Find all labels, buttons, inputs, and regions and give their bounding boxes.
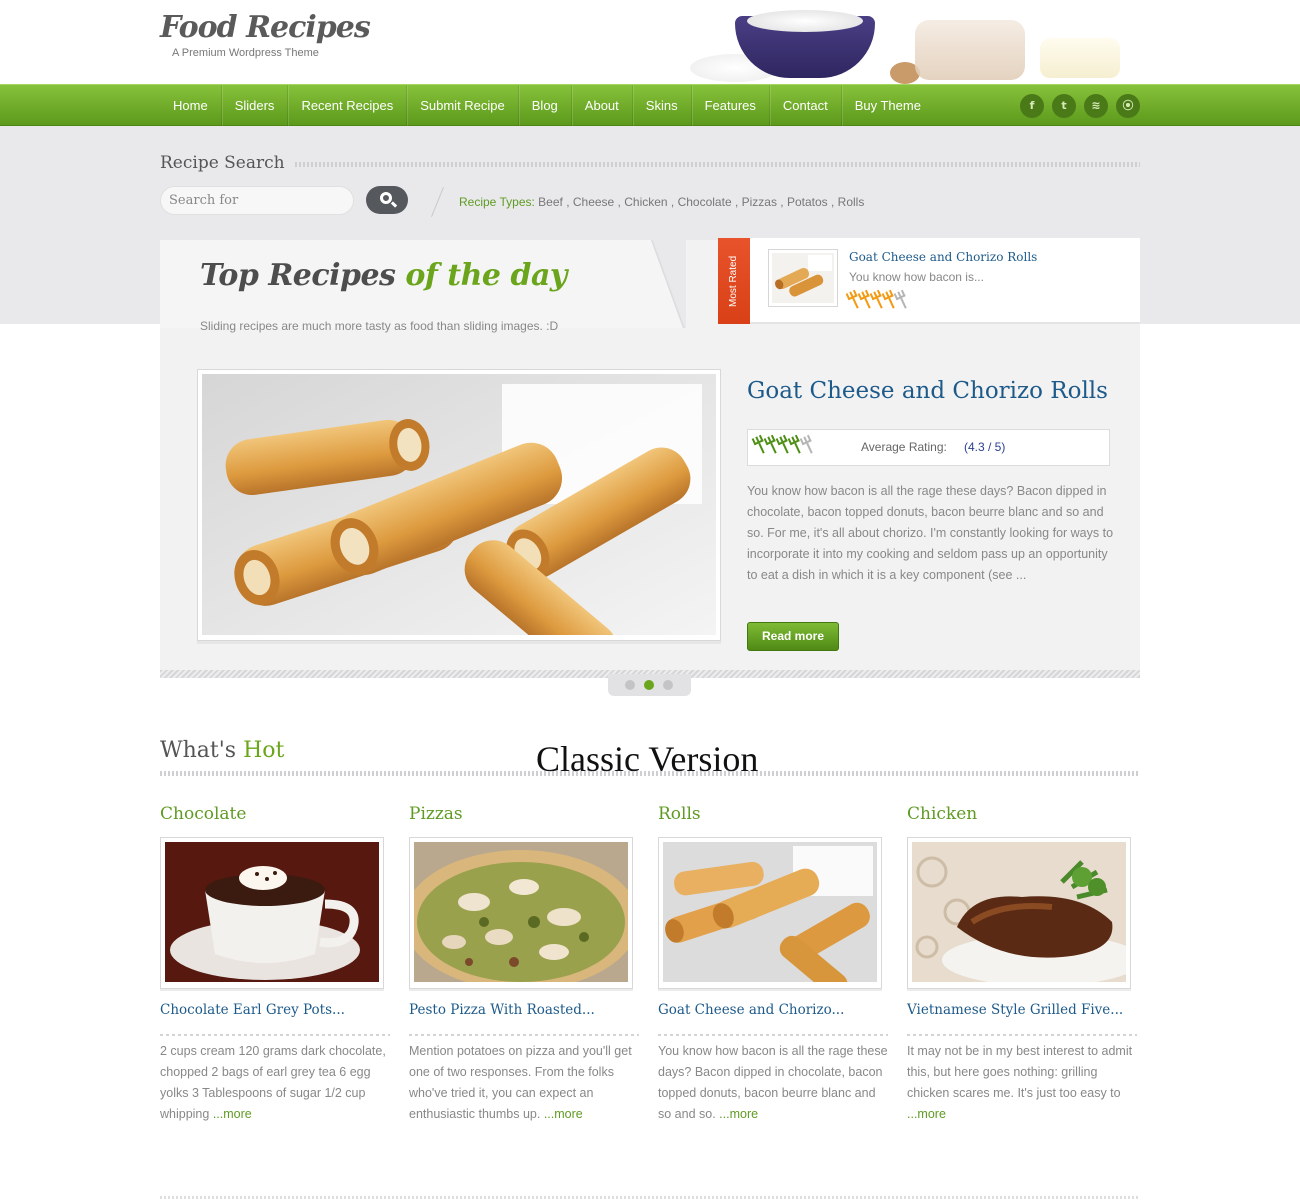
most-rated-fork-rating <box>845 289 907 309</box>
recipe-search-heading: Recipe Search <box>160 153 285 173</box>
more-link-pizzas[interactable]: ...more <box>544 1107 583 1121</box>
search-input[interactable]: Search for <box>160 186 354 215</box>
card-title-chocolate[interactable]: Chocolate Earl Grey Pots... <box>160 1002 345 1018</box>
site-logo[interactable]: Food Recipes A Premium Wordpress Theme <box>160 10 371 59</box>
most-rated-thumbnail[interactable] <box>768 249 838 307</box>
slider-pager <box>608 674 691 696</box>
category-pizzas[interactable]: Pizzas <box>409 804 463 824</box>
nav-item-features[interactable]: Features <box>692 85 770 127</box>
nav-item-skins[interactable]: Skins <box>633 85 692 127</box>
card-title-pizzas[interactable]: Pesto Pizza With Roasted... <box>409 1002 595 1018</box>
nav-item-home[interactable]: Home <box>160 85 222 127</box>
most-rated-title[interactable]: Goat Cheese and Chorizo Rolls <box>849 250 1037 264</box>
recipe-types-label: Recipe Types: <box>459 195 535 209</box>
twitter-icon[interactable]: t <box>1052 94 1076 118</box>
card-image-rolls[interactable] <box>658 837 882 997</box>
logo-title: Food Recipes <box>160 10 371 45</box>
top-recipes-subtitle: Sliding recipes are much more tasty as f… <box>200 319 559 333</box>
social-links: f t ≋ ⦿ <box>1020 94 1140 118</box>
card-image-pizzas[interactable] <box>403 837 639 990</box>
more-link-rolls[interactable]: ...more <box>719 1107 758 1121</box>
top-recipes-title: Top Recipes of the day <box>200 258 567 293</box>
average-rating-label: Average Rating: <box>861 440 947 454</box>
card-desc-rolls: You know how bacon is all the rage these… <box>658 1044 888 1121</box>
slide-description: You know how bacon is all the rage these… <box>747 484 1114 582</box>
logo-tagline: A Premium Wordpress Theme <box>172 47 319 59</box>
site-header: Food Recipes A Premium Wordpress Theme <box>0 0 1300 84</box>
facebook-icon[interactable]: f <box>1020 94 1044 118</box>
pager-dot[interactable] <box>644 680 654 690</box>
nav-item-contact[interactable]: Contact <box>770 85 842 127</box>
nav-item-buy-theme[interactable]: Buy Theme <box>842 85 934 127</box>
heading-divider <box>295 162 1140 167</box>
card-title-chicken[interactable]: Vietnamese Style Grilled Five... <box>907 1002 1123 1018</box>
pager-dot[interactable] <box>625 680 635 690</box>
hot-divider <box>160 771 1140 776</box>
nav-menu: Home Sliders Recent Recipes Submit Recip… <box>160 85 934 127</box>
rss-icon[interactable]: ≋ <box>1084 94 1108 118</box>
footer-divider <box>160 1196 1140 1199</box>
flickr-icon[interactable]: ⦿ <box>1116 94 1140 118</box>
most-rated-excerpt: You know how bacon is... <box>849 270 984 284</box>
card-image-chocolate[interactable] <box>160 837 384 989</box>
search-button[interactable] <box>366 186 408 214</box>
average-rating-value: (4.3 / 5) <box>964 440 1006 454</box>
pager-dot[interactable] <box>663 680 673 690</box>
recipe-types-links[interactable]: Beef , Cheese , Chicken , Chocolate , Pi… <box>538 195 864 209</box>
header-food-image <box>690 0 1140 84</box>
card-desc-pizzas: Mention potatoes on pizza and you'll get… <box>409 1044 632 1121</box>
card-desc-chocolate: 2 cups cream 120 grams dark chocolate, c… <box>160 1044 386 1121</box>
category-chocolate[interactable]: Chocolate <box>160 804 246 824</box>
nav-item-recent-recipes[interactable]: Recent Recipes <box>288 85 408 127</box>
read-more-button[interactable]: Read more <box>747 622 839 651</box>
card-desc-chicken: It may not be in my best interest to adm… <box>907 1044 1133 1121</box>
recipe-types: Recipe Types: Beef , Cheese , Chicken , … <box>459 195 864 209</box>
slide-image[interactable] <box>202 374 716 678</box>
nav-item-blog[interactable]: Blog <box>519 85 572 127</box>
category-rolls[interactable]: Rolls <box>658 804 701 824</box>
category-chicken[interactable]: Chicken <box>907 804 977 824</box>
slide-title[interactable]: Goat Cheese and Chorizo Rolls <box>747 378 1108 404</box>
nav-item-submit-recipe[interactable]: Submit Recipe <box>407 85 519 127</box>
card-title-rolls[interactable]: Goat Cheese and Chorizo... <box>658 1002 844 1018</box>
whats-hot-heading: What's Hot <box>160 738 285 763</box>
more-link-chocolate[interactable]: ...more <box>213 1107 252 1121</box>
average-rating-forks <box>751 434 813 454</box>
card-image-chicken[interactable] <box>907 837 1142 989</box>
nav-item-about[interactable]: About <box>572 85 633 127</box>
most-rated-ribbon-label: Most Rated <box>728 255 739 307</box>
nav-item-sliders[interactable]: Sliders <box>222 85 289 127</box>
more-link-chicken[interactable]: ...more <box>907 1107 946 1121</box>
main-nav: Home Sliders Recent Recipes Submit Recip… <box>0 84 1300 127</box>
